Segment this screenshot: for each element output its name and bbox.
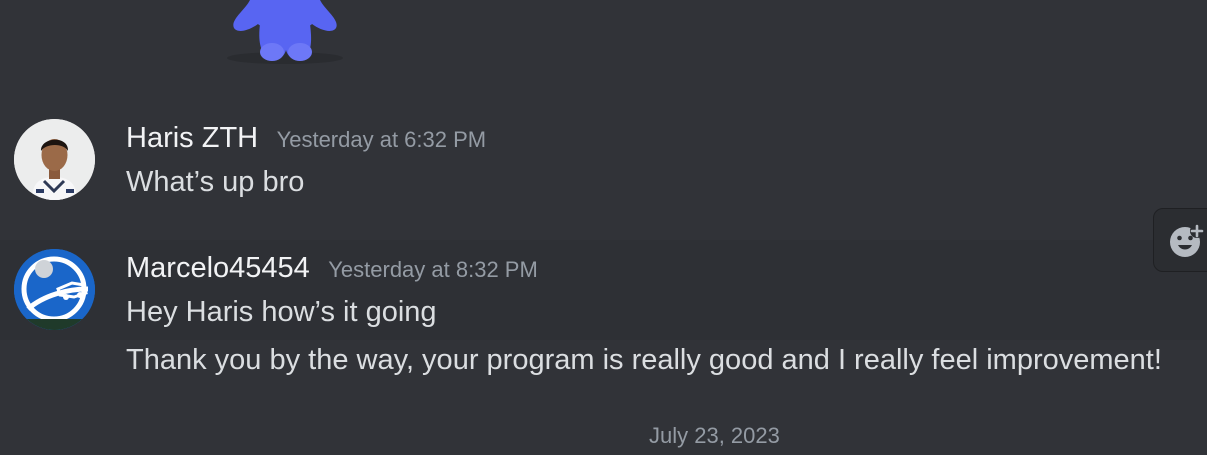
add-reaction-icon (1170, 224, 1204, 257)
username[interactable]: Marcelo45454 (126, 252, 310, 284)
timestamp[interactable]: Yesterday at 6:32 PM (277, 127, 487, 152)
wumpus-mascot-icon (227, 0, 343, 64)
username[interactable]: Haris ZTH (126, 122, 258, 154)
add-reaction-button[interactable] (1153, 208, 1207, 272)
timestamp[interactable]: Yesterday at 8:32 PM (328, 257, 538, 282)
message-item[interactable]: Marcelo45454 Yesterday at 8:32 PM Hey Ha… (0, 240, 1207, 340)
message-item[interactable]: Haris ZTH Yesterday at 6:32 PM What’s up… (0, 110, 1207, 210)
message-text: Hey Haris how’s it going (126, 296, 437, 328)
rocket-league-avatar-icon (14, 249, 95, 330)
user-avatar-icon (14, 119, 95, 200)
date-divider-label: July 23, 2023 (643, 423, 786, 449)
message-continuation[interactable]: Thank you by the way, your program is re… (0, 340, 1207, 388)
message-text: What’s up bro (126, 166, 305, 198)
avatar[interactable] (14, 119, 95, 200)
date-divider: July 23, 2023 (0, 415, 1207, 455)
avatar[interactable] (14, 249, 95, 330)
message-text: Thank you by the way, your program is re… (126, 344, 1162, 376)
